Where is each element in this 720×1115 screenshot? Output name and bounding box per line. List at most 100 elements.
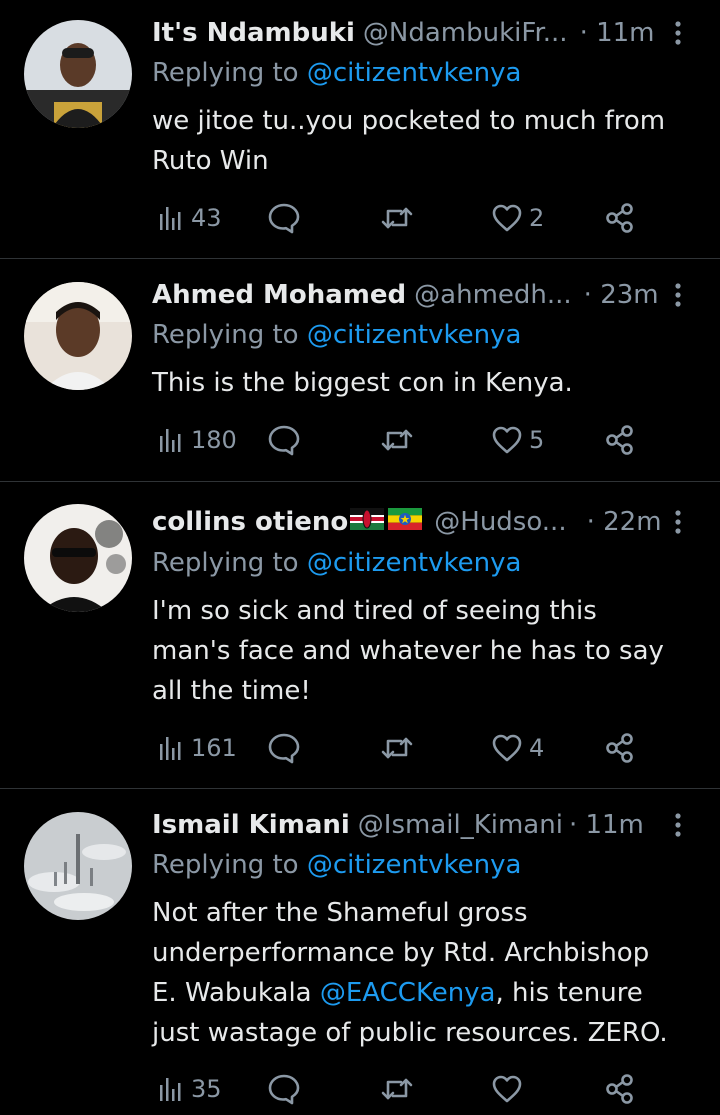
tweet-text: Not after the Shameful gross underperfor… <box>152 893 697 1053</box>
tweet-text-line: This is the biggest con in Kenya. <box>152 368 573 398</box>
retweet-button[interactable] <box>380 418 420 462</box>
tweet-header: Ahmed Mohamed @ahmedh... · 23m <box>152 277 692 313</box>
avatar[interactable] <box>24 504 132 612</box>
replying-mention-link[interactable]: @citizentvkenya <box>307 320 522 350</box>
reply-button[interactable] <box>267 418 307 462</box>
username[interactable]: @Hudso... <box>434 507 566 537</box>
like-icon <box>491 202 523 234</box>
share-icon <box>603 1072 637 1106</box>
display-name[interactable]: collins otieno <box>152 507 348 537</box>
username[interactable]: @Ismail_Kimani <box>358 810 563 840</box>
replying-to: Replying to @citizentvkenya <box>152 548 521 578</box>
views-button[interactable]: 35 <box>157 1067 222 1111</box>
views-button[interactable]: 43 <box>157 196 222 240</box>
avatar[interactable] <box>24 282 132 390</box>
avatar-image <box>24 812 132 920</box>
tweet-3[interactable]: collins otieno @Hudso... · 22m Replying … <box>0 482 720 788</box>
avatar[interactable] <box>24 20 132 128</box>
share-button[interactable] <box>603 418 637 462</box>
replying-label: Replying to <box>152 850 299 880</box>
tweet-text-fragment: , his tenure <box>495 978 643 1008</box>
avatar[interactable] <box>24 812 132 920</box>
more-icon[interactable] <box>664 277 692 313</box>
views-count: 35 <box>191 1075 222 1103</box>
tweet-header: Ismail Kimani @Ismail_Kimani · 11m <box>152 807 692 843</box>
like-count: 4 <box>529 734 545 762</box>
tweet-2[interactable]: Ahmed Mohamed @ahmedh... · 23m Replying … <box>0 259 720 481</box>
avatar-image <box>24 282 132 390</box>
tweet-actions: 180 5 <box>152 418 652 462</box>
like-icon <box>491 424 523 456</box>
more-icon[interactable] <box>664 807 692 843</box>
like-button[interactable] <box>491 1067 529 1111</box>
reply-icon <box>267 423 301 457</box>
tweet-text-line: E. Wabukala @EACCKenya, his tenure <box>152 973 697 1013</box>
display-name[interactable]: Ismail Kimani <box>152 810 350 840</box>
retweet-icon <box>380 201 414 235</box>
replying-label: Replying to <box>152 58 299 88</box>
username[interactable]: @ahmedh... <box>414 280 572 310</box>
replying-mention-link[interactable]: @citizentvkenya <box>307 850 522 880</box>
share-button[interactable] <box>603 1067 637 1111</box>
views-icon <box>157 204 185 232</box>
replying-label: Replying to <box>152 320 299 350</box>
tweet-text-line: all the time! <box>152 676 311 706</box>
replying-mention-link[interactable]: @citizentvkenya <box>307 58 522 88</box>
replying-label: Replying to <box>152 548 299 578</box>
retweet-icon <box>380 1072 414 1106</box>
share-icon <box>603 731 637 765</box>
replying-to: Replying to @citizentvkenya <box>152 320 521 350</box>
timestamp[interactable]: · 11m <box>569 810 644 840</box>
share-icon <box>603 201 637 235</box>
views-icon <box>157 734 185 762</box>
display-name[interactable]: It's Ndambuki <box>152 18 355 48</box>
replying-mention-link[interactable]: @citizentvkenya <box>307 548 522 578</box>
retweet-icon <box>380 731 414 765</box>
share-button[interactable] <box>603 196 637 240</box>
reply-button[interactable] <box>267 1067 307 1111</box>
like-button[interactable]: 2 <box>491 196 544 240</box>
views-count: 180 <box>191 426 237 454</box>
kenya-flag-icon <box>350 507 385 537</box>
reply-button[interactable] <box>267 726 307 770</box>
share-button[interactable] <box>603 726 637 770</box>
more-icon[interactable] <box>664 504 692 540</box>
tweet-text-line: we jitoe tu..you pocketed to much from <box>152 106 666 136</box>
tweet-header: It's Ndambuki @NdambukiFr... · 11m <box>152 15 692 51</box>
tweet-text-line: just wastage of public resources. ZERO. <box>152 1018 668 1048</box>
like-icon <box>491 1073 523 1105</box>
timestamp[interactable]: · 23m <box>584 280 659 310</box>
tweet-text-line: man's face and whatever he has to say <box>152 636 664 666</box>
timestamp[interactable]: · 22m <box>587 507 662 537</box>
avatar-image <box>24 504 132 612</box>
tweet-4[interactable]: Ismail Kimani @Ismail_Kimani · 11m Reply… <box>0 789 720 1115</box>
tweet-text-line: Not after the Shameful gross <box>152 898 528 928</box>
views-button[interactable]: 161 <box>157 726 237 770</box>
tweet-1[interactable]: It's Ndambuki @NdambukiFr... · 11m Reply… <box>0 0 720 258</box>
retweet-button[interactable] <box>380 196 420 240</box>
tweet-text-fragment: E. Wabukala <box>152 978 320 1008</box>
views-icon <box>157 426 185 454</box>
retweet-icon <box>380 423 414 457</box>
tweet-text-line: underperformance by Rtd. Archbishop <box>152 938 650 968</box>
display-name[interactable]: Ahmed Mohamed <box>152 280 406 310</box>
retweet-button[interactable] <box>380 726 420 770</box>
like-icon <box>491 732 523 764</box>
tweet-text: I'm so sick and tired of seeing this man… <box>152 591 697 711</box>
like-button[interactable]: 5 <box>491 418 544 462</box>
mention-link[interactable]: @EACCKenya <box>320 978 496 1008</box>
tweet-text-line: I'm so sick and tired of seeing this <box>152 596 597 626</box>
like-button[interactable]: 4 <box>491 726 544 770</box>
reply-icon <box>267 1072 301 1106</box>
views-count: 43 <box>191 204 222 232</box>
timestamp[interactable]: · 11m <box>580 18 655 48</box>
tweet-header: collins otieno @Hudso... · 22m <box>152 504 692 540</box>
username[interactable]: @NdambukiFr... <box>363 18 568 48</box>
reply-button[interactable] <box>267 196 307 240</box>
replying-to: Replying to @citizentvkenya <box>152 58 521 88</box>
tweet-text: we jitoe tu..you pocketed to much from R… <box>152 101 697 181</box>
retweet-button[interactable] <box>380 1067 420 1111</box>
views-button[interactable]: 180 <box>157 418 237 462</box>
more-icon[interactable] <box>664 15 692 51</box>
like-count: 5 <box>529 426 545 454</box>
